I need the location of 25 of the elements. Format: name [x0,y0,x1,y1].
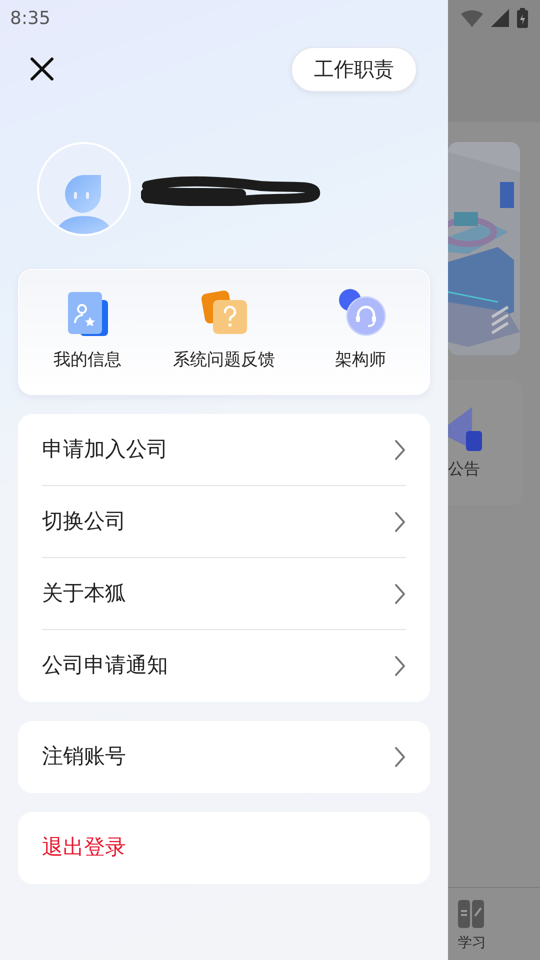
chevron-right-icon [394,746,406,768]
menu-item[interactable]: 公司申请通知 [42,630,406,702]
battery-icon [517,8,528,28]
card-label: 公告 [448,458,480,480]
chevron-right-icon [394,655,406,677]
learning-tab[interactable]: 学习 [448,887,540,960]
menu-item[interactable]: 关于本狐 [42,558,406,630]
menu-item[interactable]: 退出登录 [42,812,406,884]
wifi-icon [461,9,483,27]
close-button[interactable] [30,57,54,81]
shortcut-button[interactable]: 系统问题反馈 [156,270,292,394]
shortcut-button[interactable]: 我的信息 [19,270,156,394]
menu-item[interactable]: 申请加入公司 [42,414,406,486]
menu-item[interactable]: 注销账号 [42,721,406,793]
close-icon [30,57,54,81]
signal-icon [491,9,509,27]
megaphone-icon [448,405,482,453]
status-time: 8:35 [10,6,50,30]
chevron-right-icon [394,582,406,604]
notebook-icon [458,900,484,928]
chevron-right-icon [394,438,406,460]
menu-item[interactable]: 切换公司 [42,486,406,558]
shortcut-button[interactable]: 架构师 [292,270,430,394]
chevron-right-icon [394,510,406,532]
role-button[interactable]: 工作职责 [291,46,417,92]
